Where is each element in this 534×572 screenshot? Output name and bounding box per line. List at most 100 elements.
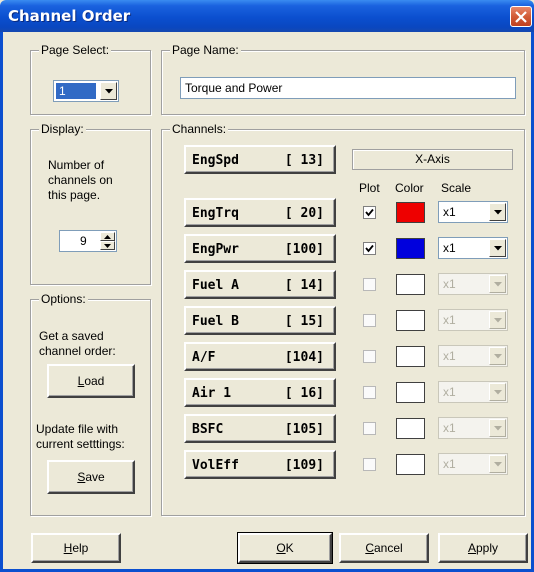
page-name-input[interactable]: Torque and Power [180,77,516,99]
ok-button-label: OK [276,541,294,555]
plot-checkbox[interactable] [363,278,376,291]
scale-arrow-button[interactable] [489,347,506,365]
color-swatch[interactable] [396,238,425,259]
channel-button[interactable]: Air 1 [ 16] [184,378,336,407]
channel-button[interactable]: Fuel A [ 14] [184,270,336,299]
scale-arrow-button[interactable] [489,455,506,473]
display-caption-line3: this page. [48,188,101,202]
x-axis-channel-button[interactable]: EngSpd [ 13] [184,145,336,174]
scale-dropdown[interactable]: x1 [438,309,508,331]
page-select-group: Page Select: 1 [30,43,151,115]
scale-arrow-button[interactable] [489,203,506,221]
plot-checkbox[interactable] [363,242,376,255]
scale-dropdown[interactable]: x1 [438,381,508,403]
channel-button[interactable]: EngTrq [ 20] [184,198,336,227]
close-button[interactable] [510,6,532,27]
color-swatch[interactable] [396,346,425,367]
channel-name: VolEff [192,458,239,473]
checkmark-icon [365,208,374,217]
scale-arrow-button[interactable] [489,383,506,401]
page-name-label: Page Name: [170,43,241,57]
options-group: Options: Get a saved channel order: Load… [30,292,151,516]
plot-checkbox[interactable] [363,314,376,327]
scale-arrow-button[interactable] [489,311,506,329]
plot-checkbox[interactable] [363,422,376,435]
color-swatch[interactable] [396,382,425,403]
load-caption-line2: channel order: [39,344,116,358]
channel-name: Fuel A [192,278,239,293]
window-title: Channel Order [8,7,131,25]
channel-number: [109] [284,458,324,473]
channels-label: Channels: [170,122,229,136]
load-caption-line1: Get a saved [39,329,104,343]
color-swatch[interactable] [396,310,425,331]
channel-button[interactable]: EngPwr [100] [184,234,336,263]
channel-button[interactable]: A/F [104] [184,342,336,371]
column-header-plot: Plot [359,181,380,195]
page-name-group: Page Name: Torque and Power [161,43,525,115]
plot-checkbox[interactable] [363,206,376,219]
channel-number: [100] [284,242,324,257]
channel-button[interactable]: Fuel B [ 15] [184,306,336,335]
channel-number: [ 13] [284,153,324,168]
options-label: Options: [39,292,88,306]
scale-dropdown[interactable]: x1 [438,417,508,439]
channel-button[interactable]: BSFC [105] [184,414,336,443]
chevron-down-icon [494,210,502,215]
chevron-down-icon [104,244,111,248]
chevron-down-icon [494,354,502,359]
color-swatch[interactable] [396,202,425,223]
scale-arrow-button[interactable] [489,419,506,437]
channel-name: EngSpd [192,153,239,168]
load-button-label: Load [77,374,105,388]
chevron-down-icon [494,246,502,251]
scale-dropdown[interactable]: x1 [438,453,508,475]
page-select-label: Page Select: [39,43,112,57]
spinner-down-button[interactable] [100,241,115,250]
column-header-color: Color [395,181,424,195]
channel-count-spinner[interactable]: 9 [59,230,117,252]
chevron-down-icon [494,282,502,287]
help-button-label: Help [63,541,89,555]
page-select-arrow-button[interactable] [100,82,117,100]
display-caption-line2: channels on [48,173,113,187]
color-swatch[interactable] [396,418,425,439]
load-button[interactable]: Load [47,364,135,398]
spinner-up-button[interactable] [100,232,115,241]
channel-number: [105] [284,422,324,437]
scale-dropdown[interactable]: x1 [438,237,508,259]
save-button-label: Save [77,470,105,484]
x-axis-label-text: X-Axis [415,152,450,166]
channel-name: EngTrq [192,206,239,221]
plot-checkbox[interactable] [363,350,376,363]
scale-value: x1 [443,277,456,291]
cancel-button[interactable]: Cancel [339,533,429,563]
scale-arrow-button[interactable] [489,275,506,293]
plot-checkbox[interactable] [363,458,376,471]
column-header-scale: Scale [441,181,472,195]
plot-checkbox[interactable] [363,386,376,399]
chevron-down-icon [105,89,113,94]
scale-value: x1 [443,313,456,327]
save-button[interactable]: Save [47,460,135,494]
color-swatch[interactable] [396,274,425,295]
channel-button[interactable]: VolEff [109] [184,450,336,479]
channel-name: Fuel B [192,314,239,329]
scale-value: x1 [443,421,456,435]
scale-dropdown[interactable]: x1 [438,273,508,295]
title-bar[interactable]: Channel Order [0,0,534,32]
load-caption: Get a saved channel order: [39,329,116,359]
scale-dropdown[interactable]: x1 [438,201,508,223]
scale-arrow-button[interactable] [489,239,506,257]
display-label: Display: [39,122,86,136]
channel-count-value: 9 [80,234,87,248]
chevron-down-icon [494,462,502,467]
display-caption: Number of channels on this page. [48,158,113,203]
help-button[interactable]: Help [31,533,121,563]
save-caption-line1: Update file with [36,422,119,436]
page-select-dropdown[interactable]: 1 [53,80,119,102]
scale-dropdown[interactable]: x1 [438,345,508,367]
color-swatch[interactable] [396,454,425,475]
apply-button[interactable]: Apply [438,533,528,563]
ok-button[interactable]: OK [237,532,333,564]
